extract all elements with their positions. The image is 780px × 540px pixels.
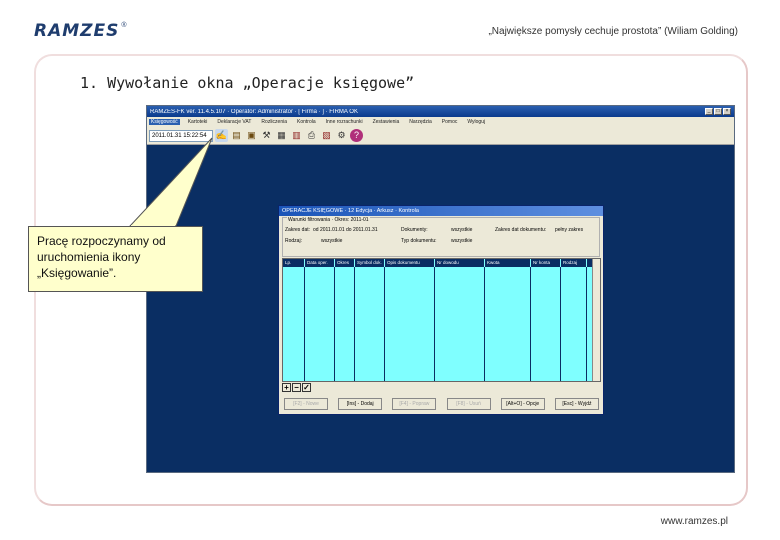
grid-column — [355, 267, 385, 381]
confirm-record-button[interactable]: ✓ — [302, 383, 311, 392]
grid-column — [385, 267, 435, 381]
column-header[interactable]: Nr dowodu — [435, 259, 485, 267]
ramzes-logo: RAMZES ® — [34, 21, 127, 41]
grid-navigator: + − ✓ — [282, 383, 311, 392]
menu-item-rozliczenia[interactable]: Rozliczenia — [259, 119, 289, 125]
menu-item-kartoteki[interactable]: Kartoteki — [186, 119, 210, 125]
dialog-buttons: [F2] - Nowe [Ins] - Dodaj [F4] - Popraw … — [284, 398, 599, 410]
folder-open-icon[interactable]: ▣ — [245, 129, 258, 142]
callout-line: Pracę rozpoczynamy od — [37, 234, 166, 248]
filter-group: Warunki filtrowania · Okres: 2011-01 Zak… — [282, 217, 600, 257]
documents-value[interactable]: wszystkie — [451, 227, 472, 233]
column-header[interactable]: Rodzaj — [561, 259, 587, 267]
menu-item-kontrola[interactable]: Kontrola — [295, 119, 318, 125]
close-button[interactable]: × — [723, 108, 731, 115]
table-icon[interactable]: ▥ — [290, 129, 303, 142]
logo-text: RAMZES — [34, 21, 120, 41]
app-window: RAMZES-FK ver. 11.4.5.107 · Operator: Ad… — [146, 105, 735, 473]
column-header[interactable]: Opis dokumentu — [385, 259, 435, 267]
grid-column — [435, 267, 485, 381]
footer-url[interactable]: www.ramzes.pl — [661, 516, 728, 527]
column-header[interactable]: Kwota — [485, 259, 531, 267]
filter-group-label: Warunki filtrowania · Okres: 2011-01 — [287, 217, 370, 223]
new-button[interactable]: [F2] - Nowe — [284, 398, 328, 410]
menu-item-rozrachunki[interactable]: Inne rozrachunki — [324, 119, 365, 125]
grid-column — [305, 267, 335, 381]
header-quote: „Największe pomysły cechuje prostota” (W… — [488, 26, 738, 37]
app-menubar: Księgowość Kartoteki Deklaracje VAT Rozl… — [147, 117, 734, 127]
registered-mark: ® — [121, 22, 127, 29]
doc-type-label: Typ dokumentu: — [401, 238, 437, 244]
folder-icon[interactable]: ▤ — [230, 129, 243, 142]
maximize-button[interactable]: □ — [714, 108, 722, 115]
add-record-button[interactable]: + — [282, 383, 291, 392]
slide-title: 1. Wywołanie okna „Operacje księgowe” — [80, 74, 415, 92]
options-button[interactable]: [Alt+O] - Opcje — [500, 398, 545, 410]
add-button[interactable]: [Ins] - Dodaj — [338, 398, 383, 410]
date-range-value[interactable]: od 2011.01.01 do 2011.01.31 — [313, 227, 378, 233]
calculator-icon[interactable]: ▦ — [275, 129, 288, 142]
doc-date-range-label: Zakres dat dokumentu: — [495, 227, 547, 233]
callout-line: „Księgowanie”. — [37, 266, 117, 280]
grid-column — [531, 267, 561, 381]
menu-item-wyloguj[interactable]: Wyloguj — [465, 119, 487, 125]
callout-line: uruchomienia ikony — [37, 250, 141, 264]
grid-column — [335, 267, 355, 381]
instruction-callout: Pracę rozpoczynamy od uruchomienia ikony… — [28, 226, 203, 292]
column-header[interactable]: Lp. — [283, 259, 305, 267]
delete-record-button[interactable]: − — [292, 383, 301, 392]
dialog-title: OPERACJE KSIĘGOWE · 12 Edycja · Arkusz ·… — [279, 206, 603, 216]
minimize-button[interactable]: _ — [705, 108, 713, 115]
window-controls: _ □ × — [705, 108, 731, 115]
column-header[interactable]: Data oper. — [305, 259, 335, 267]
printer-icon[interactable]: ⎙ — [305, 129, 318, 142]
help-icon[interactable]: ? — [350, 129, 363, 142]
column-header[interactable]: Nr konta — [531, 259, 561, 267]
archive-icon[interactable]: ▧ — [320, 129, 333, 142]
operations-dialog: OPERACJE KSIĘGOWE · 12 Edycja · Arkusz ·… — [278, 205, 604, 415]
doc-date-range-value[interactable]: pełny zakres — [555, 227, 583, 233]
doc-type-value[interactable]: wszystkie — [451, 238, 472, 244]
app-titlebar: RAMZES-FK ver. 11.4.5.107 · Operator: Ad… — [147, 106, 734, 117]
documents-label: Dokumenty: — [401, 227, 428, 233]
app-toolbar: 2011.01.31 15:22:54 ✍ ▤ ▣ ⚒ ▦ ▥ ⎙ ▧ ⚙ ? — [147, 127, 734, 145]
menu-item-deklaracje[interactable]: Deklaracje VAT — [215, 119, 253, 125]
edit-button[interactable]: [F4] - Popraw — [392, 398, 437, 410]
grid-body — [283, 267, 592, 381]
grid-scrollbar[interactable] — [592, 259, 600, 381]
exit-button[interactable]: [Esc] - Wyjdź — [554, 398, 599, 410]
menu-item-pomoc[interactable]: Pomoc — [440, 119, 460, 125]
ksiegowanie-icon[interactable]: ✍ — [215, 129, 228, 142]
column-header[interactable]: Okres — [335, 259, 355, 267]
menu-item-narzedzia[interactable]: Narzędzia — [407, 119, 434, 125]
operations-grid[interactable]: Lp. Data oper. Okres Symbol dok. Opis do… — [282, 258, 601, 382]
date-range-label: Zakres dat: — [285, 227, 311, 233]
column-header[interactable]: Symbol dok. — [355, 259, 385, 267]
datetime-field: 2011.01.31 15:22:54 — [149, 129, 213, 142]
menu-item-ksiegowosc[interactable]: Księgowość — [149, 119, 180, 125]
grid-column — [283, 267, 305, 381]
app-title: RAMZES-FK ver. 11.4.5.107 · Operator: Ad… — [150, 108, 358, 115]
delete-button[interactable]: [F8] - Usuń — [446, 398, 491, 410]
grid-column — [485, 267, 531, 381]
tools-icon[interactable]: ⚒ — [260, 129, 273, 142]
menu-item-zestawienia[interactable]: Zestawienia — [371, 119, 402, 125]
grid-header: Lp. Data oper. Okres Symbol dok. Opis do… — [283, 259, 600, 267]
grid-column — [561, 267, 587, 381]
connect-icon[interactable]: ⚙ — [335, 129, 348, 142]
kind-value[interactable]: wszystkie — [321, 238, 342, 244]
kind-label: Rodzaj: — [285, 238, 302, 244]
